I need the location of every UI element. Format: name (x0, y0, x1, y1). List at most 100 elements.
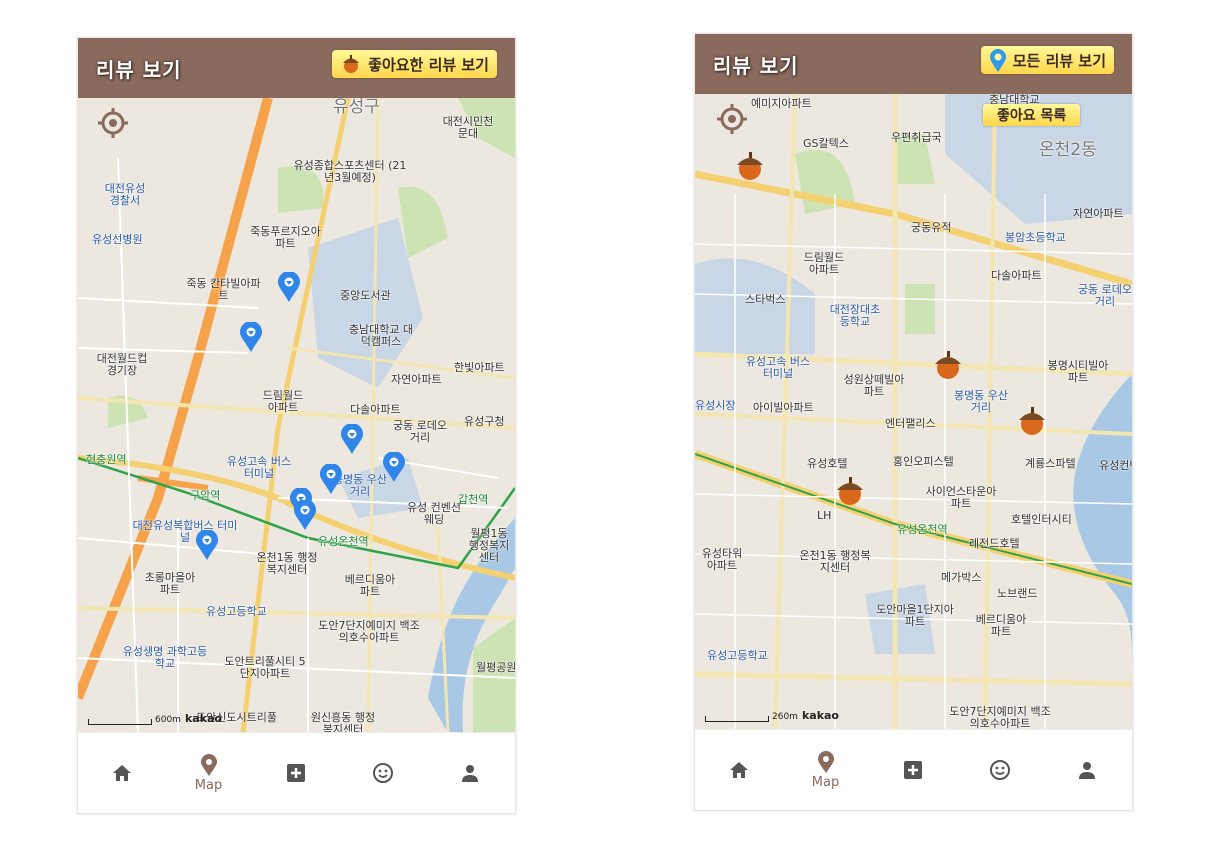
map-pin-icon (817, 750, 834, 773)
map-label: 도안7단지예미지 백조의호수아파트 (318, 619, 420, 644)
review-pin-icon[interactable] (320, 464, 342, 494)
map-label: 대전유성경찰서 (104, 182, 146, 207)
review-pin-icon[interactable] (341, 424, 363, 454)
person-icon (461, 765, 478, 782)
tab-profile[interactable] (426, 733, 513, 813)
bottom-tab-bar: Map (78, 732, 515, 813)
like-list-button[interactable]: 좋아요 목록 (983, 104, 1081, 126)
map-label: 유성타워아파트 (701, 547, 743, 572)
review-pin-icon[interactable] (196, 530, 218, 560)
home-icon (729, 762, 748, 778)
map-label: 홍인오피스텔 (893, 455, 954, 468)
tab-map[interactable]: Map (782, 730, 869, 810)
add-square-icon (286, 764, 305, 782)
kakao-logo: kakao (801, 709, 839, 722)
tab-home[interactable] (695, 730, 782, 810)
map-label: 엔터팰리스 (885, 417, 936, 430)
map-label: 드림월드아파트 (262, 389, 304, 414)
acorn-marker-icon[interactable] (1015, 404, 1049, 438)
map-label: GS칼텍스 (803, 137, 849, 150)
map-label: 베르디움아파트 (975, 613, 1027, 638)
map-label: 유성온천역 (318, 535, 369, 548)
map-label: 베르디움아파트 (344, 573, 396, 598)
map-label: 다솔아파트 (350, 403, 401, 416)
map-scale: 260m kakao (705, 709, 839, 722)
map-label: 계룡스파텔 (1025, 457, 1076, 470)
scale-line (88, 719, 152, 725)
tab-add[interactable] (252, 733, 339, 813)
map-label: 충남대학교 대덕캠퍼스 (348, 323, 414, 348)
map-label: 메가박스 (941, 571, 982, 584)
review-pin-icon[interactable] (294, 500, 316, 530)
map-label: 초롱마을아파트 (144, 571, 196, 596)
map-pin-icon (200, 753, 217, 776)
person-icon (1078, 762, 1095, 779)
acorn-marker-icon[interactable] (833, 474, 867, 508)
liked-reviews-label: 좋아요한 리뷰 보기 (368, 55, 489, 74)
map-label: 사이언스타운아파트 (925, 485, 997, 510)
bottom-tab-bar: Map (695, 729, 1132, 810)
map-view[interactable]: 예미지아파트 충남대학교 GS칼텍스 우편취급국 온천2동 궁동유적 자연아파트… (695, 94, 1132, 730)
map-label: 죽동 칸타빌아파트 (186, 277, 261, 302)
page-title: 리뷰 보기 (96, 58, 182, 82)
map-label: 도안마을1단지아파트 (876, 603, 954, 628)
map-label: 궁동 로데오거리 (392, 419, 448, 444)
map-label: 궁동 로데오거리 (1077, 283, 1132, 308)
map-label: 호텔인터시티 (1011, 513, 1072, 526)
app-header: 리뷰 보기 좋아요한 리뷰 보기 (78, 38, 515, 98)
map-label: 유성생명 과학고등학교 (122, 645, 208, 670)
map-label: 월평공원 (476, 661, 515, 674)
tab-home[interactable] (78, 733, 165, 813)
map-label: 예미지아파트 (751, 97, 812, 110)
map-label: 봉암초등학교 (1005, 231, 1066, 244)
acorn-marker-icon[interactable] (931, 348, 965, 382)
map-label: 구암역 (190, 489, 221, 502)
add-square-icon (903, 761, 922, 779)
tab-emotion[interactable] (956, 730, 1043, 810)
tab-profile[interactable] (1043, 730, 1130, 810)
current-location-icon[interactable] (717, 104, 747, 134)
map-label: 성원상떼빌아파트 (843, 373, 905, 398)
page-title: 리뷰 보기 (713, 54, 799, 78)
map-label: 유성고속 버스터미널 (745, 355, 811, 380)
map-label: 유성 컨벤션웨딩 (406, 501, 462, 526)
home-icon (112, 765, 131, 781)
map-scale: 600m kakao (88, 712, 222, 725)
map-label: 유성종합스포츠센터 (21년3월예정) (293, 159, 407, 184)
liked-reviews-button[interactable]: 좋아요한 리뷰 보기 (332, 50, 497, 78)
map-label: 도안트리풀시티 5단지아파트 (224, 655, 306, 680)
review-pin-icon[interactable] (240, 322, 262, 352)
tab-map[interactable]: Map (165, 733, 252, 813)
map-label: 중앙도서관 (340, 289, 391, 302)
acorn-icon (343, 55, 360, 73)
current-location-icon[interactable] (98, 108, 128, 138)
map-label: 유성호텔 (807, 457, 848, 470)
map-label: 유성고등학교 (206, 605, 267, 618)
map-label: 대전유성복합버스 터미널 (132, 519, 238, 544)
map-label: 우편취급국 (891, 131, 942, 144)
map-label: 원신흥동 행정복지센터 (310, 711, 376, 734)
map-label: 유성온천역 (897, 523, 948, 536)
phone-screen-left: 리뷰 보기 좋아요한 리뷰 보기 유성구 대전시민천문대 대전유성경찰서 유성선… (77, 37, 516, 814)
map-label: 노브랜드 (997, 587, 1038, 600)
smiley-icon (372, 763, 393, 783)
kakao-logo: kakao (184, 712, 222, 725)
map-label: 죽동푸르지오아파트 (250, 225, 321, 250)
location-pin-icon (989, 49, 1006, 72)
review-pin-icon[interactable] (383, 452, 405, 482)
acorn-marker-icon[interactable] (733, 149, 767, 183)
tab-emotion[interactable] (339, 733, 426, 813)
map-label: 유성컨벤션 (1099, 459, 1132, 472)
map-label: 봉명시티빌아파트 (1047, 359, 1109, 384)
phone-screen-right: 리뷰 보기 모든 리뷰 보기 좋아요 목록 예미지아파트 충남대학교 GS칼텍스… (694, 33, 1133, 811)
map-view[interactable]: 유성구 대전시민천문대 대전유성경찰서 유성선병원 유성종합스포츠센터 (21년… (78, 98, 515, 733)
map-label: 유성고속 버스터미널 (226, 455, 292, 480)
map-label: 다솔아파트 (991, 269, 1042, 282)
map-label: 월평1동 행정복지센터 (468, 527, 510, 564)
all-reviews-button[interactable]: 모든 리뷰 보기 (980, 46, 1114, 74)
review-pin-icon[interactable] (278, 272, 300, 302)
map-label: 도안7단지예미지 백조의호수아파트 (949, 705, 1051, 730)
smiley-icon (989, 760, 1010, 780)
tab-add[interactable] (869, 730, 956, 810)
map-label: 유성구 (333, 98, 380, 117)
